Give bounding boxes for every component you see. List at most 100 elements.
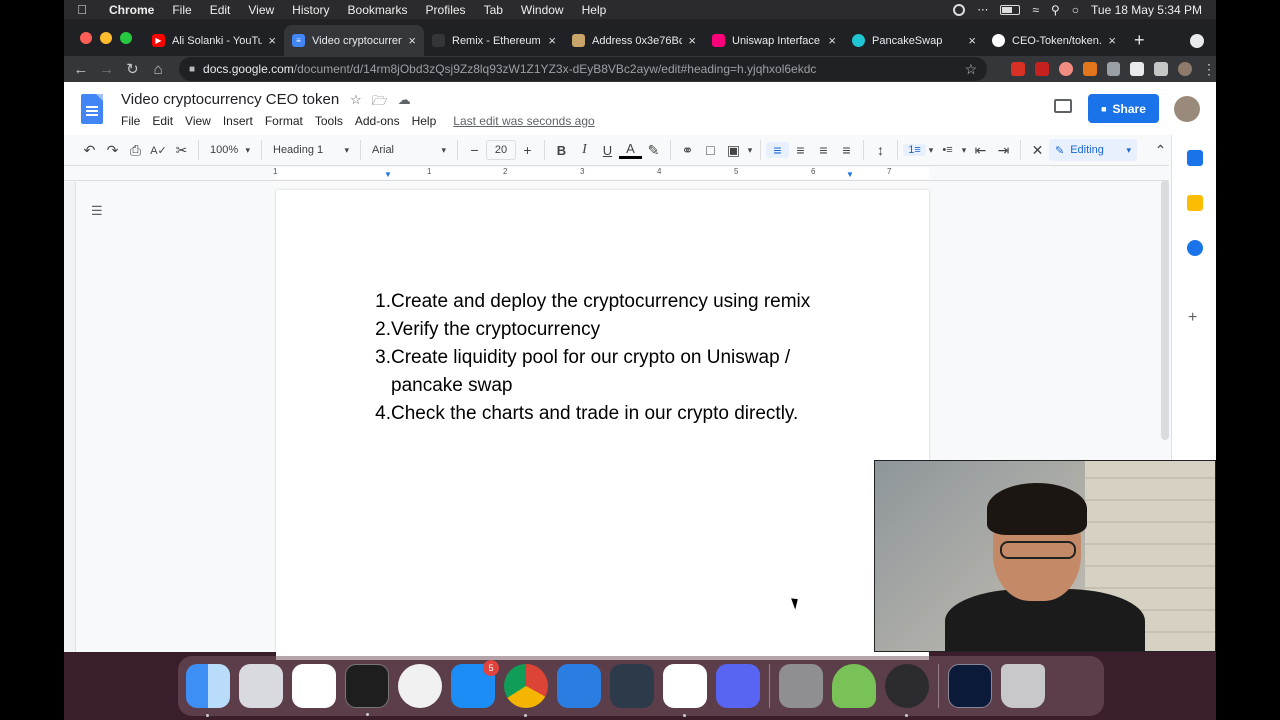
insert-image-icon[interactable]: ▣: [722, 142, 745, 159]
extension-fb-icon[interactable]: [1035, 62, 1049, 76]
undo-icon[interactable]: ↶: [78, 142, 101, 159]
style-select[interactable]: Heading 1: [267, 144, 355, 156]
docs-menu-format[interactable]: Format: [265, 114, 303, 128]
control-center-icon[interactable]: ⋯: [977, 3, 988, 16]
align-justify-icon[interactable]: ≡: [835, 142, 858, 158]
battery-icon[interactable]: [1000, 4, 1021, 15]
docs-menu-edit[interactable]: Edit: [152, 114, 173, 128]
close-window-button[interactable]: [80, 31, 92, 44]
back-icon[interactable]: ←: [68, 61, 94, 78]
insert-comment-icon[interactable]: □: [699, 142, 722, 158]
list-item[interactable]: 3. Create liquidity pool for our crypto o…: [370, 344, 870, 400]
docs-menu-tools[interactable]: Tools: [315, 114, 343, 128]
zoom-window-button[interactable]: [120, 31, 132, 44]
menu-tab[interactable]: Tab: [475, 3, 512, 17]
metamask-icon[interactable]: [1082, 62, 1097, 76]
cloud-saved-icon[interactable]: ☁: [398, 92, 411, 114]
chrome-icon[interactable]: [504, 664, 548, 717]
vscode-icon[interactable]: [663, 664, 707, 717]
decrease-font-size-icon[interactable]: −: [463, 142, 486, 158]
tasks-icon[interactable]: [1187, 240, 1203, 256]
docs-menu-help[interactable]: Help: [412, 114, 437, 128]
menubar-clock[interactable]: Tue 18 May 5:34 PM: [1091, 3, 1202, 17]
launchpad-icon[interactable]: [239, 664, 283, 708]
docs-menu-addons[interactable]: Add-ons: [355, 114, 400, 128]
spotlight-icon[interactable]: ⚲: [1051, 3, 1060, 17]
left-indent-marker-icon[interactable]: ▼: [384, 170, 392, 179]
lock-icon[interactable]: ■: [189, 64, 195, 75]
extension-grey-icon[interactable]: [1106, 62, 1121, 76]
menu-edit[interactable]: Edit: [201, 3, 240, 17]
image-dropdown-icon[interactable]: ▾: [745, 145, 755, 156]
document-page[interactable]: 1. Create and deploy the cryptocurrency u…: [276, 190, 929, 660]
calendar-icon[interactable]: [1187, 150, 1203, 166]
insert-link-icon[interactable]: ⚭: [676, 142, 699, 159]
proxyman-icon[interactable]: [885, 664, 929, 717]
spellcheck-icon[interactable]: A✓: [147, 144, 170, 157]
align-right-icon[interactable]: ≡: [812, 142, 835, 158]
menu-profiles[interactable]: Profiles: [417, 3, 475, 17]
bulleted-list-dropdown-icon[interactable]: ▾: [959, 145, 969, 156]
tab-youtube[interactable]: ▶ Ali Solanki - YouTube ×: [144, 25, 284, 56]
align-center-icon[interactable]: ≡: [789, 142, 812, 158]
decrease-indent-icon[interactable]: ⇤: [969, 142, 992, 159]
list-item[interactable]: 2. Verify the cryptocurrency: [370, 316, 870, 344]
menu-bookmarks[interactable]: Bookmarks: [339, 3, 417, 17]
docs-menu-file[interactable]: File: [121, 114, 140, 128]
tab-remix[interactable]: Remix - Ethereum IDE ×: [424, 25, 564, 56]
menu-window[interactable]: Window: [512, 3, 573, 17]
reload-icon[interactable]: ↻: [120, 60, 146, 78]
increase-font-size-icon[interactable]: +: [516, 142, 539, 158]
android-studio-icon[interactable]: [832, 664, 876, 708]
font-select[interactable]: Arial: [366, 144, 452, 156]
redo-icon[interactable]: ↷: [101, 142, 124, 159]
extensions-puzzle-icon[interactable]: [1154, 62, 1169, 76]
tab-address[interactable]: Address 0x3e76Bc ×: [564, 25, 704, 56]
menu-view[interactable]: View: [239, 3, 283, 17]
toggle-icon[interactable]: ○: [1072, 3, 1079, 17]
instruments-icon[interactable]: [398, 664, 442, 708]
star-icon[interactable]: ☆: [350, 92, 362, 114]
numbered-list-dropdown-icon[interactable]: ▾: [926, 145, 936, 156]
share-button[interactable]: ■ Share: [1088, 94, 1159, 123]
close-tab-icon[interactable]: ×: [968, 33, 976, 48]
brave-window-icon[interactable]: [948, 664, 992, 708]
app-store-icon[interactable]: 5: [451, 660, 499, 708]
extension-red-icon[interactable]: [1011, 62, 1025, 76]
new-tab-button[interactable]: +: [1124, 25, 1155, 56]
extension-white-icon[interactable]: [1130, 62, 1145, 76]
hide-menus-icon[interactable]: ⌃: [1149, 142, 1172, 159]
italic-icon[interactable]: I: [573, 142, 596, 158]
bulleted-list-icon[interactable]: •≡: [936, 144, 959, 156]
tab-pancakeswap[interactable]: PancakeSwap ×: [844, 25, 984, 56]
forward-icon[interactable]: →: [94, 61, 120, 78]
tab-uniswap[interactable]: Uniswap Interface ×: [704, 25, 844, 56]
highlight-icon[interactable]: ✎: [642, 142, 665, 159]
discord-icon[interactable]: [716, 664, 760, 708]
finder-icon[interactable]: [186, 664, 230, 717]
keep-icon[interactable]: [1187, 195, 1203, 211]
paint-format-icon[interactable]: ✂: [170, 142, 193, 159]
numbered-list-icon[interactable]: 1≡: [903, 144, 926, 156]
trash-icon[interactable]: [1001, 664, 1045, 708]
clear-formatting-icon[interactable]: ✕: [1026, 142, 1049, 159]
close-tab-icon[interactable]: ×: [828, 33, 836, 48]
menu-app-name[interactable]: Chrome: [100, 3, 163, 17]
google-docs-logo-icon[interactable]: [81, 94, 103, 124]
terminal-icon[interactable]: [345, 664, 389, 716]
extension-circle-icon[interactable]: [1058, 62, 1073, 76]
list-item[interactable]: 4. Check the charts and trade in our cryp…: [370, 400, 870, 428]
xcode-icon[interactable]: [557, 664, 601, 708]
close-tab-icon[interactable]: ×: [548, 33, 556, 48]
apple-icon[interactable]: : [64, 2, 100, 17]
line-spacing-icon[interactable]: ↕: [869, 142, 892, 158]
zoom-select[interactable]: 100%: [204, 144, 256, 156]
move-folder-icon[interactable]: 🗁: [372, 92, 388, 114]
document-title[interactable]: Video cryptocurrency CEO token: [121, 91, 339, 108]
align-left-icon[interactable]: ≡: [766, 142, 789, 158]
docs-menu-view[interactable]: View: [185, 114, 211, 128]
profile-avatar-icon[interactable]: [1178, 62, 1193, 76]
menu-file[interactable]: File: [163, 3, 200, 17]
address-bar[interactable]: ■ docs.google.com /document/d/14rm8jObd3…: [179, 57, 988, 81]
menu-help[interactable]: Help: [573, 3, 616, 17]
